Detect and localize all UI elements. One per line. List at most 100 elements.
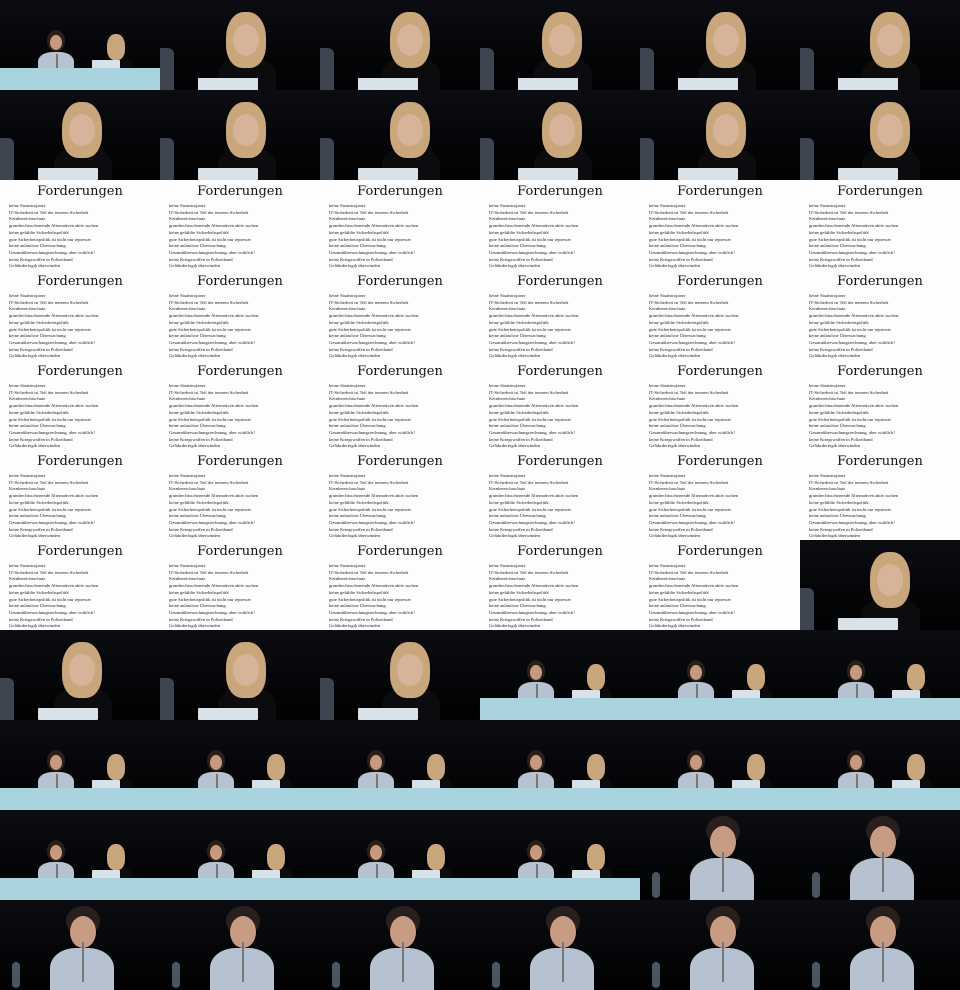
- speaker-right-hair: [747, 754, 765, 780]
- thumbnail-video-wide: [160, 810, 320, 900]
- slide-bullet-item: keine Staatstrojaner: [329, 383, 366, 388]
- slide-title: Forderungen: [837, 184, 923, 199]
- speaker-right-hair: [907, 664, 925, 690]
- slide-bullet-item: keine anlasslose Überwachung: [649, 243, 706, 249]
- slide-bullet-item: Gefährderlogik überwinden: [489, 443, 540, 449]
- slide-bullet-item: Gefährderlogik überwinden: [649, 353, 700, 359]
- slide-bullet-item: Kernbereichsschutz: [649, 306, 686, 312]
- slide-bullet-item: gute Sicherheitspolitik ist nicht nur re…: [809, 506, 892, 512]
- speaker-face: [877, 114, 903, 146]
- slide-bullet-item: keine gefühlte Sicherheitspolitik: [9, 589, 69, 595]
- slide-bullet-item: keine Kriegswaffen in Polizeihand: [9, 526, 73, 532]
- slide-bullet-item: gute Sicherheitspolitik ist nicht nur re…: [9, 236, 92, 242]
- slide-bullet-item: Gesamtüberwachungsrechnung, aber wirklic…: [809, 519, 895, 525]
- foreground-shoulder: [480, 138, 494, 180]
- microphone: [216, 864, 218, 878]
- speaker-right-hair: [587, 754, 605, 780]
- slide-title: Forderungen: [677, 184, 763, 199]
- thumbnail-video-closeup-dark: [480, 900, 640, 990]
- slide-bullet-list: keine Staatstrojaner IT-Sicherheit ist Te…: [809, 293, 956, 360]
- speaker-left-face: [370, 845, 382, 860]
- laptop: [838, 168, 898, 180]
- slide-bullet-item: IT-Sicherheit ist Teil der inneren Siche…: [809, 209, 889, 215]
- slide-bullet-item: Gefährderlogik überwinden: [169, 263, 220, 269]
- thumbnail-video-closeup-blonde: [320, 630, 480, 720]
- slide-bullet-item: Gesamtüberwachungsrechnung, aber wirklic…: [9, 609, 95, 615]
- slide-bullet-item: IT-Sicherheit ist Teil der inneren Siche…: [169, 389, 249, 395]
- slide-bullet-item: gute Sicherheitspolitik ist nicht nur re…: [329, 416, 412, 422]
- foreground-shoulder: [320, 48, 334, 90]
- laptop: [518, 78, 578, 90]
- speaker-right-hair: [107, 754, 125, 780]
- foreground-shoulder: [800, 588, 814, 630]
- slide-title: Forderungen: [37, 184, 123, 199]
- slide-bullet-item: Gesamtüberwachungsrechnung, aber wirklic…: [489, 609, 575, 615]
- slide-bullet-item: keine Staatstrojaner: [9, 203, 46, 208]
- slide-bullet-item: grundrechtsschonende Alternativen aktiv …: [649, 223, 739, 229]
- slide-bullet-list: keine Staatstrojaner IT-Sicherheit ist Te…: [649, 473, 796, 540]
- slide-bullet-item: gute Sicherheitspolitik ist nicht nur re…: [329, 326, 412, 332]
- slide-bullet-item: IT-Sicherheit ist Teil der inneren Siche…: [329, 299, 409, 305]
- slide-bullet-item: Kernbereichsschutz: [9, 216, 46, 222]
- slide-bullet-item: keine anlasslose Überwachung: [329, 603, 386, 609]
- slide-bullet-item: keine Kriegswaffen in Polizeihand: [489, 526, 553, 532]
- slide-bullet-item: Gefährderlogik überwinden: [649, 623, 700, 629]
- slide-bullet-item: gute Sicherheitspolitik ist nicht nur re…: [329, 236, 412, 242]
- speaker-left-face: [50, 845, 62, 860]
- slide-bullet-item: keine anlasslose Überwachung: [489, 423, 546, 429]
- laptop: [198, 78, 258, 90]
- microphone: [402, 942, 404, 982]
- slide-bullet-item: Gefährderlogik überwinden: [329, 533, 380, 539]
- slide-bullet-item: gute Sicherheitspolitik ist nicht nur re…: [9, 326, 92, 332]
- slide-bullet-item: keine gefühlte Sicherheitspolitik: [809, 319, 869, 325]
- laptop: [358, 708, 418, 720]
- slide-bullet-item: Kernbereichsschutz: [489, 576, 526, 582]
- speaker-right-hair: [427, 754, 445, 780]
- slide-bullet-list: keine Staatstrojaner IT-Sicherheit ist Te…: [489, 563, 636, 630]
- laptop: [678, 78, 738, 90]
- slide-bullet-item: IT-Sicherheit ist Teil der inneren Siche…: [169, 299, 249, 305]
- slide-bullet-item: Gesamtüberwachungsrechnung, aber wirklic…: [329, 249, 415, 255]
- slide-bullet-item: IT-Sicherheit ist Teil der inneren Siche…: [809, 389, 889, 395]
- slide-bullet-item: gute Sicherheitspolitik ist nicht nur re…: [169, 506, 252, 512]
- slide-bullet-item: keine Kriegswaffen in Polizeihand: [649, 346, 713, 352]
- slide-bullet-item: IT-Sicherheit ist Teil der inneren Siche…: [649, 209, 729, 215]
- slide-title: Forderungen: [37, 544, 123, 559]
- slide-bullet-item: grundrechtsschonende Alternativen aktiv …: [329, 313, 419, 319]
- desk: [160, 878, 320, 900]
- slide-bullet-item: keine Staatstrojaner: [9, 473, 46, 478]
- slide-bullet-item: gute Sicherheitspolitik ist nicht nur re…: [489, 596, 572, 602]
- slide-bullet-item: IT-Sicherheit ist Teil der inneren Siche…: [329, 569, 409, 575]
- slide-bullet-list: keine Staatstrojaner IT-Sicherheit ist Te…: [809, 383, 956, 450]
- microphone: [562, 942, 564, 982]
- slide-bullet-item: keine anlasslose Überwachung: [9, 333, 66, 339]
- slide-bullet-item: keine gefühlte Sicherheitspolitik: [649, 499, 709, 505]
- thumbnail-video-wide: [800, 720, 960, 810]
- slide-bullet-item: gute Sicherheitspolitik ist nicht nur re…: [169, 596, 252, 602]
- thumbnail-slide: Forderungen keine Staatstrojaner IT-Sicher…: [640, 540, 800, 630]
- thumbnail-slide: Forderungen keine Staatstrojaner IT-Sicher…: [0, 180, 160, 270]
- microphone: [376, 774, 378, 788]
- slide-bullet-item: gute Sicherheitspolitik ist nicht nur re…: [809, 236, 892, 242]
- slide-bullet-item: Kernbereichsschutz: [329, 216, 366, 222]
- microphone: [882, 942, 884, 982]
- slide-bullet-item: keine Kriegswaffen in Polizeihand: [489, 436, 553, 442]
- slide-title: Forderungen: [197, 184, 283, 199]
- slide-bullet-item: keine gefühlte Sicherheitspolitik: [329, 499, 389, 505]
- slide-bullet-list: keine Staatstrojaner IT-Sicherheit ist Te…: [169, 293, 316, 360]
- slide-bullet-list: keine Staatstrojaner IT-Sicherheit ist Te…: [489, 383, 636, 450]
- speaker-left-face: [530, 665, 542, 680]
- slide-bullet-item: keine Staatstrojaner: [169, 203, 206, 208]
- slide-bullet-item: gute Sicherheitspolitik ist nicht nur re…: [649, 506, 732, 512]
- slide-bullet-item: grundrechtsschonende Alternativen aktiv …: [489, 583, 579, 589]
- desk: [320, 788, 480, 810]
- slide-bullet-item: keine anlasslose Überwachung: [489, 333, 546, 339]
- thumbnail-video-closeup-blonde: [160, 90, 320, 180]
- slide-bullet-item: keine anlasslose Überwachung: [329, 423, 386, 429]
- slide-bullet-item: keine Staatstrojaner: [649, 473, 686, 478]
- slide-bullet-item: keine anlasslose Überwachung: [169, 603, 226, 609]
- microphone: [242, 942, 244, 982]
- microphone: [696, 684, 698, 698]
- slide-bullet-item: gute Sicherheitspolitik ist nicht nur re…: [9, 506, 92, 512]
- slide-title: Forderungen: [837, 364, 923, 379]
